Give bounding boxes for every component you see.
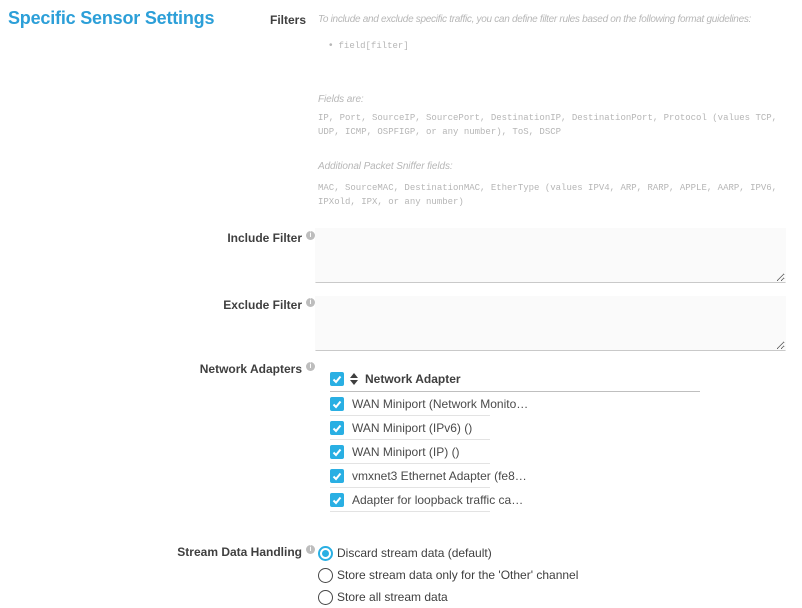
- adapter-row: WAN Miniport (IPv6) (): [330, 416, 490, 440]
- exclude-filter-label: Exclude Filter i: [0, 298, 315, 312]
- filters-label-text: Filters: [270, 13, 306, 27]
- adapter-checkbox[interactable]: [330, 421, 344, 435]
- radio-button-icon[interactable]: [318, 568, 333, 583]
- filters-label: Filters: [0, 13, 306, 27]
- sensor-settings-page: Specific Sensor Settings Filters Include…: [0, 0, 802, 608]
- adapter-checkbox[interactable]: [330, 469, 344, 483]
- stream-data-handling-options: Discard stream data (default) Store stre…: [318, 542, 578, 608]
- radio-option-discard[interactable]: Discard stream data (default): [318, 542, 578, 564]
- network-adapter-table: Network Adapter WAN Miniport (Network Mo…: [330, 366, 700, 512]
- radio-option-store-all[interactable]: Store all stream data: [318, 586, 578, 608]
- adapter-name: WAN Miniport (Network Monito…: [352, 397, 528, 411]
- adapter-row: Adapter for loopback traffic ca…: [330, 488, 490, 512]
- sort-asc-icon: [350, 373, 358, 378]
- adapter-row: WAN Miniport (Network Monito…: [330, 392, 490, 416]
- adapter-row: vmxnet3 Ethernet Adapter (fe8…: [330, 464, 490, 488]
- sort-desc-icon: [350, 380, 358, 385]
- adapter-table-header[interactable]: Network Adapter: [330, 366, 700, 392]
- stream-data-handling-label-text: Stream Data Handling: [177, 545, 302, 559]
- checkmark-icon: [331, 494, 343, 506]
- filters-intro-text: To include and exclude specific traffic,…: [318, 14, 751, 25]
- checkmark-icon: [331, 470, 343, 482]
- radio-option-store-other[interactable]: Store stream data only for the 'Other' c…: [318, 564, 578, 586]
- adapter-name: WAN Miniport (IPv6) (): [352, 421, 472, 435]
- filter-format-code: field[filter]: [339, 39, 409, 53]
- adapter-checkbox[interactable]: [330, 493, 344, 507]
- adapter-name: Adapter for loopback traffic ca…: [352, 493, 523, 507]
- info-icon[interactable]: i: [306, 545, 315, 554]
- adapter-name: vmxnet3 Ethernet Adapter (fe8…: [352, 469, 527, 483]
- filter-format-bullet-item: • field[filter]: [329, 39, 409, 53]
- radio-button-icon[interactable]: [318, 546, 333, 561]
- fields-list-text: IP, Port, SourceIP, SourcePort, Destinat…: [318, 111, 777, 139]
- include-filter-textarea[interactable]: [315, 228, 786, 283]
- checkmark-icon: [331, 446, 343, 458]
- include-filter-label: Include Filter i: [0, 231, 315, 245]
- radio-button-icon[interactable]: [318, 590, 333, 605]
- radio-option-label: Store stream data only for the 'Other' c…: [337, 568, 578, 582]
- bullet-icon: •: [329, 39, 333, 52]
- adapter-checkbox[interactable]: [330, 445, 344, 459]
- sort-icon[interactable]: [350, 373, 358, 385]
- checkmark-icon: [331, 398, 343, 410]
- select-all-checkbox[interactable]: [330, 372, 344, 386]
- fields-are-label: Fields are:: [318, 94, 364, 105]
- network-adapters-label: Network Adapters i: [0, 362, 315, 376]
- checkmark-icon: [331, 422, 343, 434]
- adapter-checkbox[interactable]: [330, 397, 344, 411]
- adapter-row: WAN Miniport (IP) (): [330, 440, 490, 464]
- info-icon[interactable]: i: [306, 362, 315, 371]
- radio-option-label: Store all stream data: [337, 590, 448, 604]
- network-adapters-label-text: Network Adapters: [200, 362, 302, 376]
- include-filter-label-text: Include Filter: [227, 231, 302, 245]
- exclude-filter-textarea[interactable]: [315, 296, 786, 351]
- radio-option-label: Discard stream data (default): [337, 546, 492, 560]
- adapter-name: WAN Miniport (IP) (): [352, 445, 460, 459]
- info-icon[interactable]: i: [306, 231, 315, 240]
- additional-fields-label: Additional Packet Sniffer fields:: [318, 161, 453, 172]
- adapter-column-header: Network Adapter: [365, 372, 461, 386]
- stream-data-handling-label: Stream Data Handling i: [0, 545, 315, 559]
- exclude-filter-label-text: Exclude Filter: [223, 298, 302, 312]
- checkmark-icon: [331, 373, 343, 385]
- additional-fields-list-text: MAC, SourceMAC, DestinationMAC, EtherTyp…: [318, 181, 777, 209]
- info-icon[interactable]: i: [306, 298, 315, 307]
